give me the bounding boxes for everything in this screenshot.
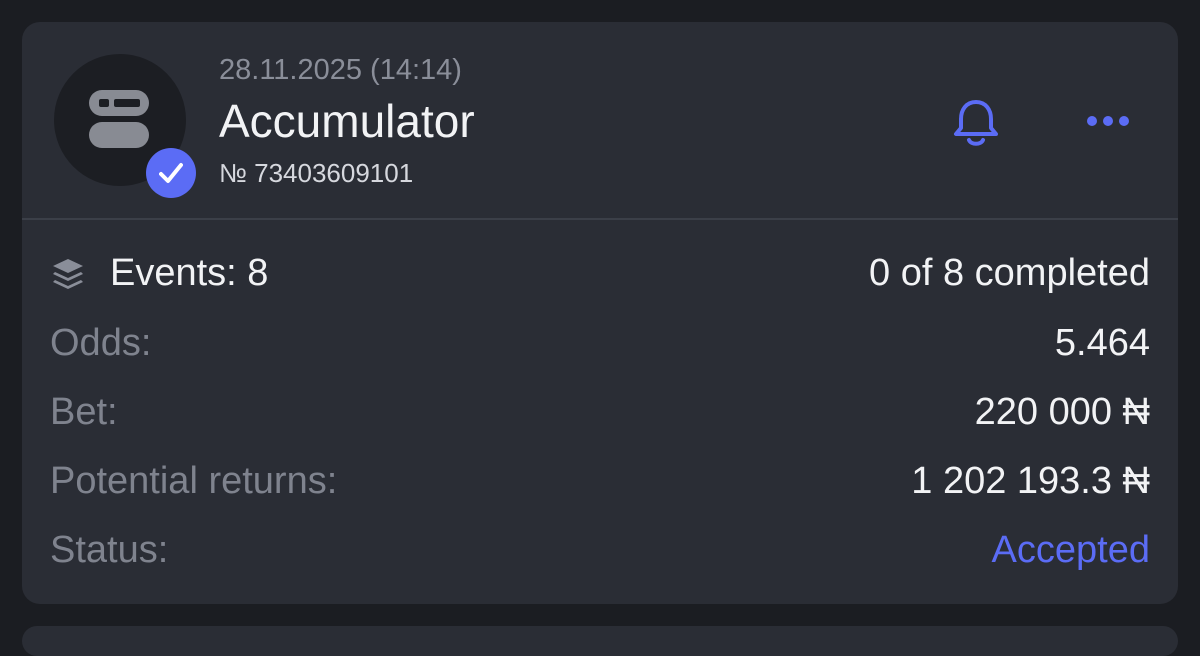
bet-date: 28.11.2025 (14:14) <box>219 54 462 86</box>
bet-number: № 73403609101 <box>219 158 414 188</box>
returns-value: 1 202 193.3 ₦ <box>911 460 1150 502</box>
events-row[interactable]: Events: 8 0 of 8 completed <box>50 252 1150 302</box>
status-value: Accepted <box>991 529 1150 571</box>
stake-row: Bet: 220 000 ₦ <box>50 391 1150 441</box>
returns-row: Potential returns: 1 202 193.3 ₦ <box>50 460 1150 510</box>
returns-label: Potential returns: <box>50 460 338 502</box>
status-row: Status: Accepted <box>50 529 1150 579</box>
next-bet-card[interactable] <box>22 626 1178 656</box>
odds-row: Odds: 5.464 <box>50 322 1150 372</box>
events-label: Events: 8 <box>110 252 269 294</box>
bell-icon[interactable] <box>948 94 1004 150</box>
bet-card-header: 28.11.2025 (14:14) Accumulator № 7340360… <box>22 22 1178 218</box>
header-divider <box>22 218 1178 220</box>
stake-label: Bet: <box>50 391 118 433</box>
bet-card[interactable]: 28.11.2025 (14:14) Accumulator № 7340360… <box>22 22 1178 604</box>
check-icon <box>159 163 183 183</box>
more-icon[interactable] <box>1082 106 1138 136</box>
status-label: Status: <box>50 529 169 571</box>
verified-badge <box>146 148 196 198</box>
layers-icon <box>53 259 83 289</box>
accumulator-icon <box>89 90 149 148</box>
stake-value: 220 000 ₦ <box>974 391 1150 433</box>
odds-value: 5.464 <box>1054 322 1150 364</box>
bet-type-title: Accumulator <box>219 95 475 147</box>
events-completed: 0 of 8 completed <box>869 252 1150 294</box>
odds-label: Odds: <box>50 322 152 364</box>
